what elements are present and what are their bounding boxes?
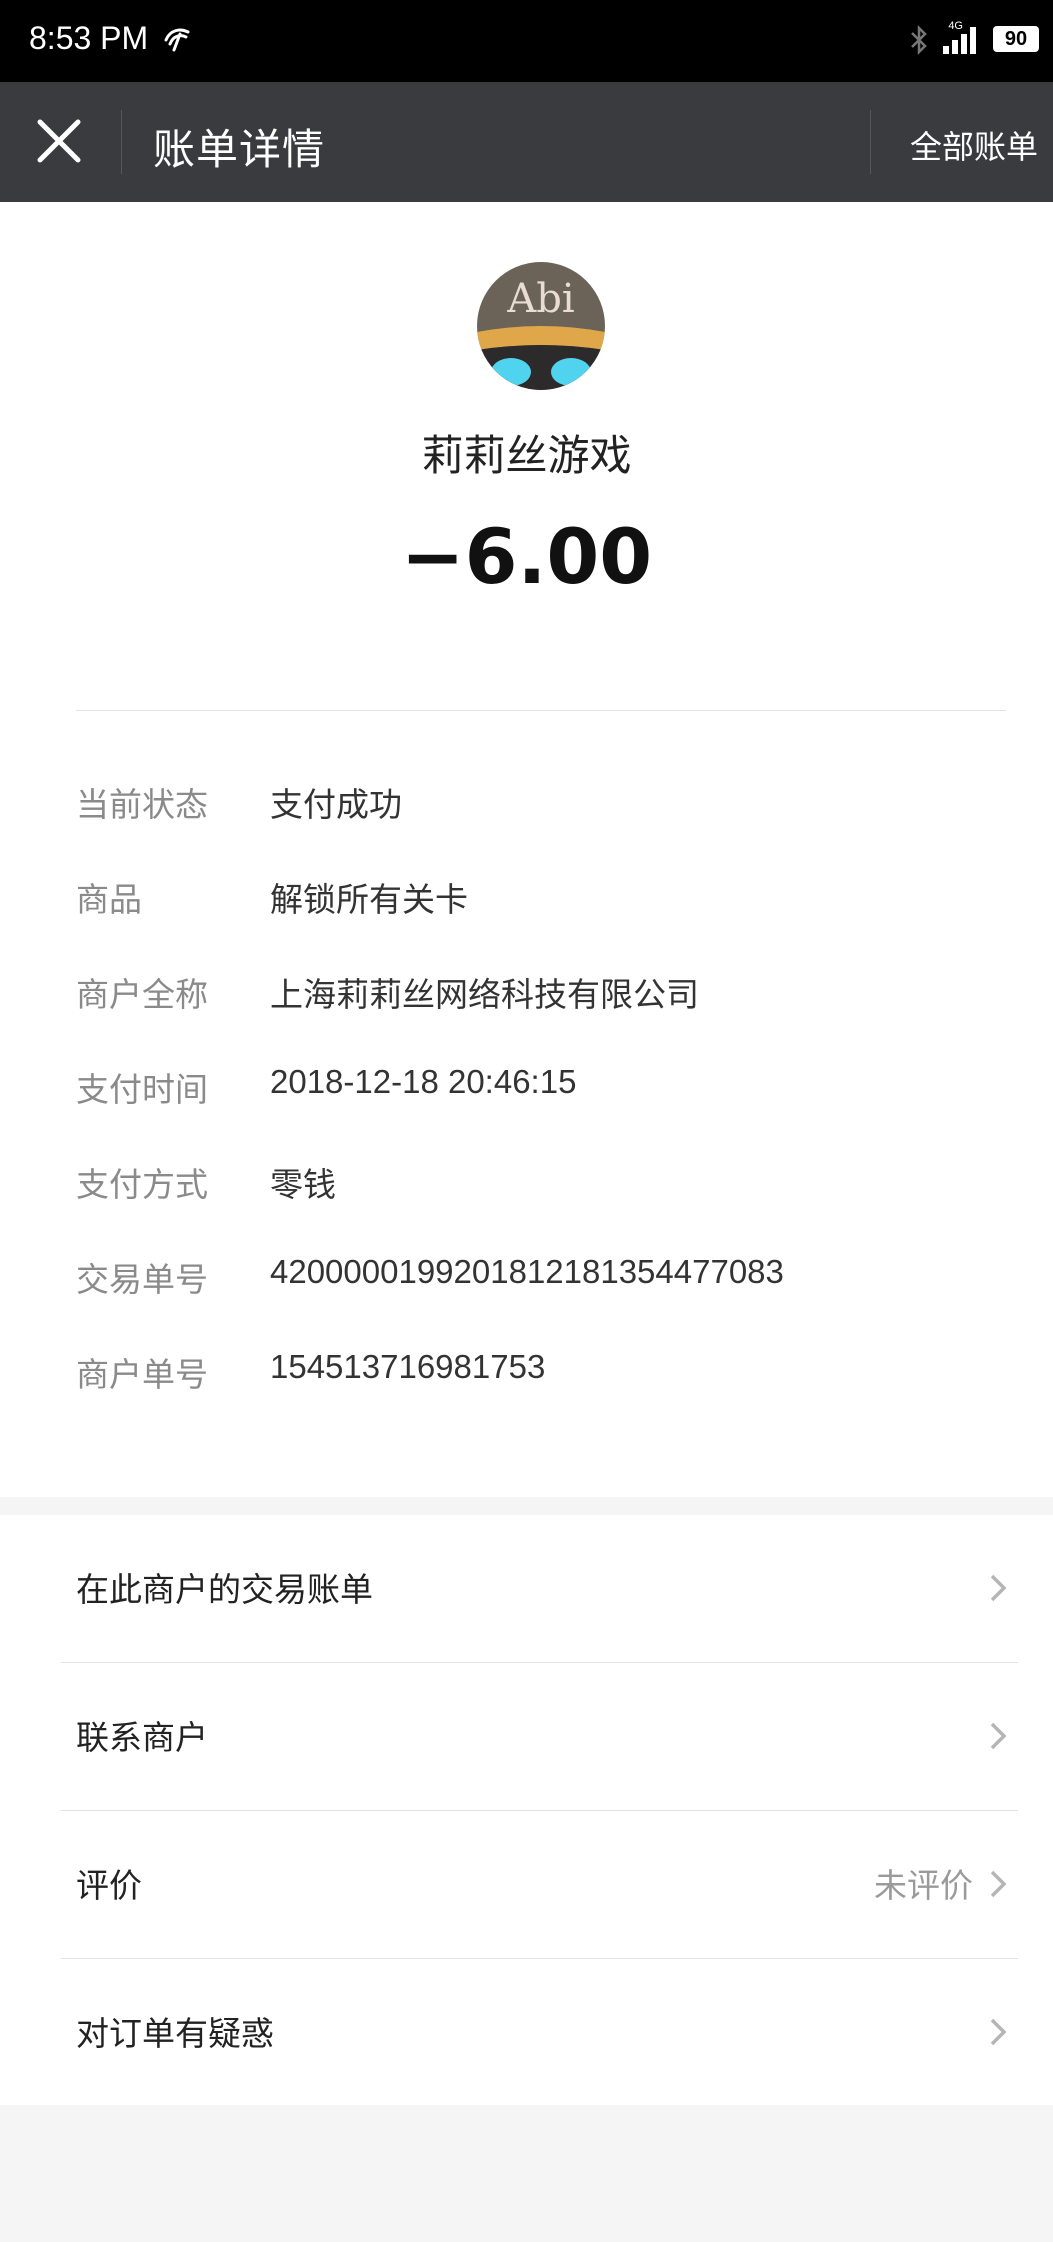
detail-value: 2018-12-18 20:46:15 (270, 1063, 577, 1100)
battery-indicator: 90 (993, 26, 1039, 52)
detail-row-pay-method: 支付方式 零钱 (76, 1158, 1006, 1208)
detail-value: 解锁所有关卡 (270, 881, 468, 918)
avatar-logo-text: Abi (506, 276, 574, 322)
close-button[interactable] (30, 112, 90, 172)
menu-label: 联系商户 (76, 1718, 208, 1757)
page-title: 账单详情 (153, 125, 326, 174)
menu-item-order-question[interactable]: 对订单有疑惑 (0, 1959, 1053, 2107)
status-time: 8:53 PM (29, 20, 149, 56)
menu-item-merchant-bills[interactable]: 在此商户的交易账单 (0, 1515, 1053, 1663)
bill-detail-card: Abi 莉莉丝游戏 −6.00 当前状态 支付成功 商品 解锁所有关卡 商户全称… (0, 202, 1053, 1497)
chevron-right-icon (989, 1869, 1007, 1903)
merchant-avatar: Abi (477, 262, 605, 390)
payment-amount: −6.00 (400, 512, 653, 601)
title-divider (121, 110, 122, 174)
detail-row-status: 当前状态 支付成功 (76, 778, 1006, 828)
detail-label: 当前状态 (76, 785, 208, 824)
detail-label: 商户单号 (76, 1355, 208, 1394)
close-icon (37, 119, 81, 163)
merchant-name: 莉莉丝游戏 (421, 431, 632, 480)
menu-item-review[interactable]: 评价 未评价 (0, 1811, 1053, 1959)
all-bills-link[interactable]: 全部账单 (910, 122, 1038, 168)
detail-value: 上海莉莉丝网络科技有限公司 (270, 976, 699, 1013)
signal-icon (941, 24, 981, 60)
chevron-right-icon (989, 2017, 1007, 2051)
detail-value: 零钱 (270, 1166, 336, 1203)
title-bar: 账单详情 全部账单 (0, 82, 1053, 202)
detail-label: 支付方式 (76, 1165, 208, 1204)
detail-label: 支付时间 (76, 1070, 208, 1109)
action-menu: 在此商户的交易账单 联系商户 评价 未评价 对订单有疑惑 (0, 1515, 1053, 2105)
detail-row-merchant-order-id: 商户单号 154513716981753 (76, 1348, 1006, 1398)
title-divider (870, 110, 871, 174)
detail-label: 交易单号 (76, 1260, 208, 1299)
detail-row-product: 商品 解锁所有关卡 (76, 873, 1006, 923)
detail-row-transaction-id: 交易单号 4200000199201812181354477083 (76, 1253, 1006, 1303)
bluetooth-icon (909, 24, 929, 60)
menu-label: 在此商户的交易账单 (76, 1570, 373, 1609)
detail-value: 154513716981753 (270, 1348, 546, 1385)
detail-value: 支付成功 (270, 786, 402, 823)
chevron-right-icon (989, 1721, 1007, 1755)
status-bar: 8:53 PM 4G 90 (0, 0, 1053, 82)
detail-row-pay-time: 支付时间 2018-12-18 20:46:15 (76, 1063, 1006, 1113)
detail-value: 4200000199201812181354477083 (270, 1253, 784, 1290)
detail-row-merchant-fullname: 商户全称 上海莉莉丝网络科技有限公司 (76, 968, 1006, 1018)
divider (76, 710, 1006, 711)
menu-item-contact-merchant[interactable]: 联系商户 (0, 1663, 1053, 1811)
menu-label: 对订单有疑惑 (76, 2014, 274, 2053)
detail-label: 商户全称 (76, 975, 208, 1014)
chevron-right-icon (989, 1573, 1007, 1607)
carrier-icon (162, 24, 192, 58)
review-status: 未评价 (874, 1866, 973, 1905)
menu-label: 评价 (76, 1866, 142, 1905)
detail-label: 商品 (76, 880, 142, 919)
